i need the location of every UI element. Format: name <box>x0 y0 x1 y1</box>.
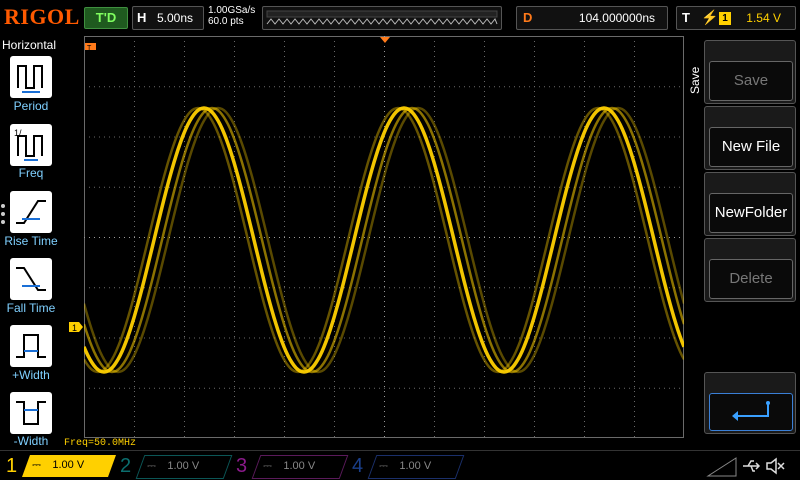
ch4-number: 4 <box>352 455 364 477</box>
trigger-position-marker: T <box>85 43 96 50</box>
ch3-status[interactable]: 3 ⎓ 1.00 V <box>234 454 349 479</box>
ch1-number: 1 <box>6 455 18 477</box>
acquisition-info: 1.00GSa/s 60.0 pts <box>208 5 255 27</box>
rigol-logo: RIGOL <box>4 4 80 29</box>
new-folder-button[interactable]: NewFolder <box>704 172 796 236</box>
ch1-waveform <box>84 106 684 374</box>
new-file-label: New File <box>709 127 793 167</box>
right-menu-title: Save <box>688 66 702 94</box>
memory-depth: 60.0 pts <box>208 16 244 27</box>
timebase-value: 5.00ns <box>157 11 194 25</box>
speaker-muted-icon[interactable] <box>764 456 786 476</box>
negative-width-icon <box>16 401 46 425</box>
svg-text:1/: 1/ <box>14 128 22 138</box>
fall-time-button[interactable] <box>10 258 52 300</box>
ch3-number: 3 <box>236 455 248 477</box>
ch1-coupling-icon: ⎓ <box>32 459 41 471</box>
trigger-key: T <box>682 10 690 25</box>
positive-width-label: +Width <box>12 368 50 382</box>
freq-button[interactable]: 1/ <box>10 124 52 166</box>
graticule <box>84 36 684 438</box>
sample-rate: 1.00GSa/s <box>208 5 256 16</box>
ch2-coupling-icon: ⎓ <box>147 460 156 472</box>
freq-icon: 1/ <box>14 128 43 161</box>
trigger-position-text: T <box>87 45 92 50</box>
horizontal-center-marker <box>380 37 390 43</box>
memory-overview <box>262 6 502 30</box>
delete-button[interactable]: Delete <box>704 238 796 302</box>
ch1-scale: 1.00 V <box>52 459 85 471</box>
delete-label: Delete <box>709 259 793 299</box>
enter-icon <box>732 401 770 421</box>
memory-waveform-icon <box>266 10 498 25</box>
rise-time-button[interactable] <box>10 191 52 233</box>
trigger-status-badge: T'D <box>84 7 128 29</box>
ch2-number: 2 <box>120 455 132 477</box>
positive-width-icon <box>16 334 46 358</box>
new-folder-label: NewFolder <box>709 193 793 233</box>
trigger-readout[interactable]: T ⚡ 1 1.54 V <box>676 6 796 30</box>
period-icon <box>17 65 43 93</box>
frequency-measurement: Freq=50.0MHz <box>64 438 137 449</box>
negative-width-label: -Width <box>13 434 49 448</box>
freq-label: Freq <box>18 166 44 180</box>
horizontal-key: H <box>137 10 147 25</box>
ch3-scale: 1.00 V <box>283 460 316 472</box>
left-menu-title: Horizontal <box>2 38 57 52</box>
rise-time-icon <box>16 200 46 224</box>
negative-width-button[interactable] <box>10 392 52 434</box>
new-file-button[interactable]: New File <box>704 106 796 170</box>
save-button-label: Save <box>709 61 793 101</box>
trigger-level: 1.54 V <box>746 11 781 25</box>
menu-page-indicator <box>1 204 7 228</box>
period-button[interactable] <box>10 56 52 98</box>
ch2-status[interactable]: 2 ⎓ 1.00 V <box>118 454 233 479</box>
timebase-readout[interactable]: H 5.00ns <box>132 6 204 30</box>
enter-button[interactable] <box>704 372 796 434</box>
waveform-display[interactable] <box>84 36 684 438</box>
ch4-coupling-icon: ⎓ <box>379 460 388 472</box>
delay-key: D <box>523 10 533 25</box>
ch1-status[interactable]: 1 ⎓ 1.00 V <box>4 454 117 478</box>
delay-readout[interactable]: D 104.000000ns <box>516 6 668 30</box>
ch1-ground-marker[interactable]: 1 <box>68 321 84 333</box>
ch2-scale: 1.00 V <box>167 460 200 472</box>
ch3-coupling-icon: ⎓ <box>263 460 272 472</box>
fall-time-label: Fall Time <box>6 301 56 315</box>
ch1-ground-text: 1 <box>72 323 77 333</box>
delay-value: 104.000000ns <box>578 11 655 25</box>
fall-time-icon <box>16 267 46 291</box>
ch4-scale: 1.00 V <box>399 460 432 472</box>
positive-width-button[interactable] <box>10 325 52 367</box>
trigger-source-badge: 1 <box>719 12 731 25</box>
usb-icon <box>743 460 761 472</box>
rise-time-label: Rise Time <box>4 234 58 248</box>
rising-edge-icon: ⚡ <box>701 9 719 25</box>
period-label: Period <box>13 99 49 113</box>
ch4-status[interactable]: 4 ⎓ 1.00 V <box>350 454 465 479</box>
save-button[interactable]: Save <box>704 40 796 104</box>
menu-tab-icon[interactable] <box>700 454 740 478</box>
